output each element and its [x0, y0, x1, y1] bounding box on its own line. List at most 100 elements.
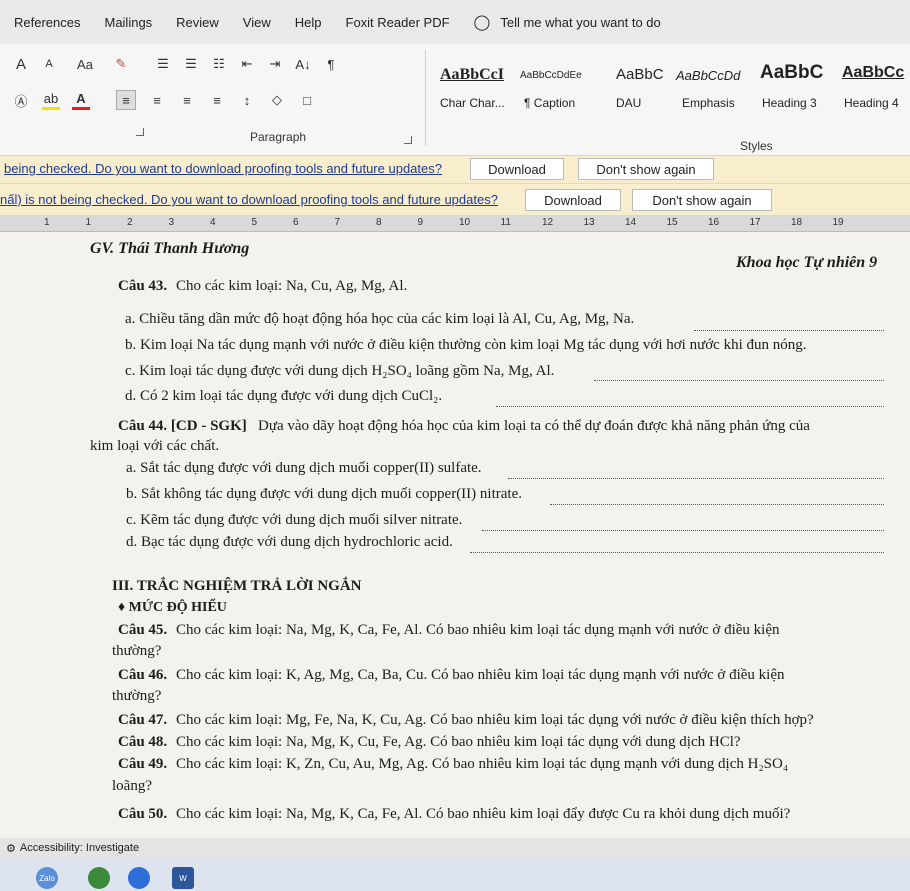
align-right-icon[interactable]: ≡: [178, 90, 196, 110]
proofing-message[interactable]: being checked. Do you want to download p…: [4, 161, 442, 176]
q45-label: Câu 45.: [118, 622, 168, 638]
taskbar: Zalo W: [0, 858, 910, 891]
answer-line: [482, 530, 884, 531]
tab-foxit-reader-pdf[interactable]: Foxit Reader PDF: [346, 15, 450, 30]
increase-indent-icon[interactable]: ⇥: [266, 54, 284, 74]
ruler-number: 1: [85, 217, 92, 228]
tab-mailings[interactable]: Mailings: [104, 15, 152, 30]
q44-text-2: kim loại với các chất.: [90, 438, 220, 454]
shrink-font-button[interactable]: A: [40, 54, 58, 74]
style-preview-dau[interactable]: AaBbC: [616, 66, 664, 83]
show-formatting-button[interactable]: ¶: [322, 54, 340, 74]
q45-text-2: thường?: [112, 643, 162, 659]
ruler-number: 6: [293, 217, 299, 228]
sort-button[interactable]: A↓: [294, 54, 312, 74]
lightbulb-icon: ◯: [473, 14, 491, 31]
proofing-notification-bar-secondary: nấl) is not being checked. Do you want t…: [0, 184, 910, 216]
ruler-number: 9: [417, 217, 424, 228]
accessibility-status[interactable]: Accessibility: Investigate: [20, 842, 139, 854]
proofing-message-secondary[interactable]: nấl) is not being checked. Do you want t…: [0, 192, 498, 207]
q44-d: d. Bạc tác dụng được với dung dịch hydro…: [126, 534, 453, 550]
decrease-indent-icon[interactable]: ⇤: [238, 54, 256, 74]
borders-icon[interactable]: □: [298, 90, 316, 110]
change-case-button[interactable]: Aa: [68, 54, 102, 74]
paragraph-group-label: Paragraph: [250, 130, 307, 144]
justify-icon[interactable]: ≡: [208, 90, 226, 110]
q43-text: Cho các kim loại: Na, Cu, Ag, Mg, Al.: [176, 278, 408, 294]
align-left-icon[interactable]: ≡: [116, 90, 136, 110]
style-preview-heading-4[interactable]: AaBbCc: [842, 64, 904, 82]
ruler-number: 5: [251, 217, 258, 228]
ribbon: A A Aa ✎ ☰ ☰ ☷ ⇤ ⇥ A↓ ¶ Ⓐ ab A ≡ ≡ ≡ ≡ ↕…: [0, 44, 910, 156]
text-effects-icon[interactable]: Ⓐ: [12, 90, 30, 110]
paragraph-dialog-launcher-icon[interactable]: [404, 136, 412, 144]
document-author: GV. Thái Thanh Hương: [90, 240, 250, 257]
highlight-color-icon[interactable]: ab: [42, 90, 60, 110]
q46-label: Câu 46.: [118, 667, 168, 683]
proofing-notification-bar: being checked. Do you want to download p…: [0, 156, 910, 184]
q47-label: Câu 47.: [118, 712, 168, 728]
q50-text: Cho các kim loại: Na, Mg, K, Ca, Fe, Al.…: [176, 806, 791, 822]
ruler-number: 2: [127, 217, 133, 228]
align-center-icon[interactable]: ≡: [148, 90, 166, 110]
q43-label: Câu 43.: [118, 278, 168, 294]
bullets-icon[interactable]: ☰: [154, 54, 172, 74]
font-color-icon[interactable]: A: [72, 90, 90, 110]
ruler-number: 4: [210, 217, 216, 228]
style-preview-heading-3[interactable]: AaBbC: [760, 62, 823, 84]
app-icon[interactable]: [88, 867, 110, 889]
q43-c: c. Kim loại tác dụng được với dung dịch …: [125, 363, 555, 379]
zalo-label: Zalo: [39, 873, 55, 883]
ruler-number: 19: [832, 217, 844, 228]
q43-d: d. Có 2 kim loại tác dụng được với dung …: [125, 388, 443, 404]
q44-label: Câu 44. [CD - SGK]: [118, 418, 247, 434]
tell-me-box[interactable]: ◯ Tell me what you want to do: [474, 13, 661, 31]
font-row-bottom: Ⓐ ab A ≡ ≡ ≡ ≡ ↕ ◇ □: [12, 90, 316, 110]
ruler-number: 18: [791, 217, 803, 228]
style-preview-emphasis[interactable]: AaBbCcDd: [676, 68, 740, 83]
q44-text: Dựa vào dãy hoạt động hóa học của kim lo…: [258, 418, 810, 434]
dont-show-again-button[interactable]: Don't show again: [578, 158, 714, 180]
shading-icon[interactable]: ◇: [268, 90, 286, 110]
dont-show-again-button-secondary[interactable]: Don't show again: [632, 189, 772, 211]
q49-text: Cho các kim loại: K, Zn, Cu, Au, Mg, Ag.…: [176, 756, 789, 772]
style-preview-caption[interactable]: AaBbCcDdEe: [520, 70, 582, 81]
status-bar: ⚙ Accessibility: Investigate: [0, 838, 910, 858]
q43-a: a. Chiều tăng dần mức độ hoạt động hóa h…: [125, 311, 635, 327]
tab-review[interactable]: Review: [176, 15, 219, 30]
q47-text: Cho các kim loại: Mg, Fe, Na, K, Cu, Ag.…: [176, 712, 814, 728]
tab-help[interactable]: Help: [295, 15, 322, 30]
accessibility-icon[interactable]: ⚙: [6, 842, 16, 855]
ruler-number: 15: [666, 217, 678, 228]
tab-view[interactable]: View: [243, 15, 271, 30]
multilevel-list-icon[interactable]: ☷: [210, 54, 228, 74]
answer-line: [694, 330, 884, 331]
download-button-secondary[interactable]: Download: [525, 189, 621, 211]
word-icon[interactable]: W: [172, 867, 194, 889]
q44-a: a. Sắt tác dụng được với dung dịch muối …: [126, 460, 482, 476]
style-name-caption: ¶ Caption: [524, 96, 576, 110]
ruler-number: 1: [44, 217, 50, 228]
ruler-number: 14: [625, 217, 637, 228]
clear-formatting-icon[interactable]: ✎: [112, 54, 130, 74]
ruler-number: 17: [749, 217, 761, 228]
tab-references[interactable]: References: [14, 15, 80, 30]
font-dialog-launcher-icon[interactable]: [136, 128, 144, 136]
zalo-icon[interactable]: Zalo: [36, 867, 58, 889]
styles-gallery[interactable]: AaBbCcI Char Char... AaBbCcDdEe ¶ Captio…: [436, 58, 910, 118]
q45-text: Cho các kim loại: Na, Mg, K, Ca, Fe, Al.…: [176, 622, 780, 638]
line-spacing-icon[interactable]: ↕: [238, 90, 256, 110]
style-preview-char-char[interactable]: AaBbCcI: [440, 66, 504, 84]
chrome-icon[interactable]: [128, 867, 150, 889]
q44-c: c. Kẽm tác dụng được với dung dịch muối …: [126, 512, 463, 528]
download-button[interactable]: Download: [470, 158, 564, 180]
horizontal-ruler[interactable]: 1 1 2 3 4 5 6 7 8 9 10 11 12 13 14 15 16 17 18 19: [0, 216, 910, 232]
grow-font-button[interactable]: A: [12, 54, 30, 74]
ribbon-tab-bar: References Mailings Review View Help Fox…: [0, 0, 910, 44]
q43-b: b. Kim loại Na tác dụng mạnh với nước ở …: [125, 337, 807, 353]
font-row-top: A A Aa ✎ ☰ ☰ ☷ ⇤ ⇥ A↓ ¶: [12, 54, 340, 74]
document-page[interactable]: GV. Thái Thanh Hương Khoa học Tự nhiên 9…: [0, 232, 910, 838]
ruler-number: 8: [376, 217, 382, 228]
numbering-icon[interactable]: ☰: [182, 54, 200, 74]
style-name-heading-4: Heading 4: [844, 96, 899, 110]
